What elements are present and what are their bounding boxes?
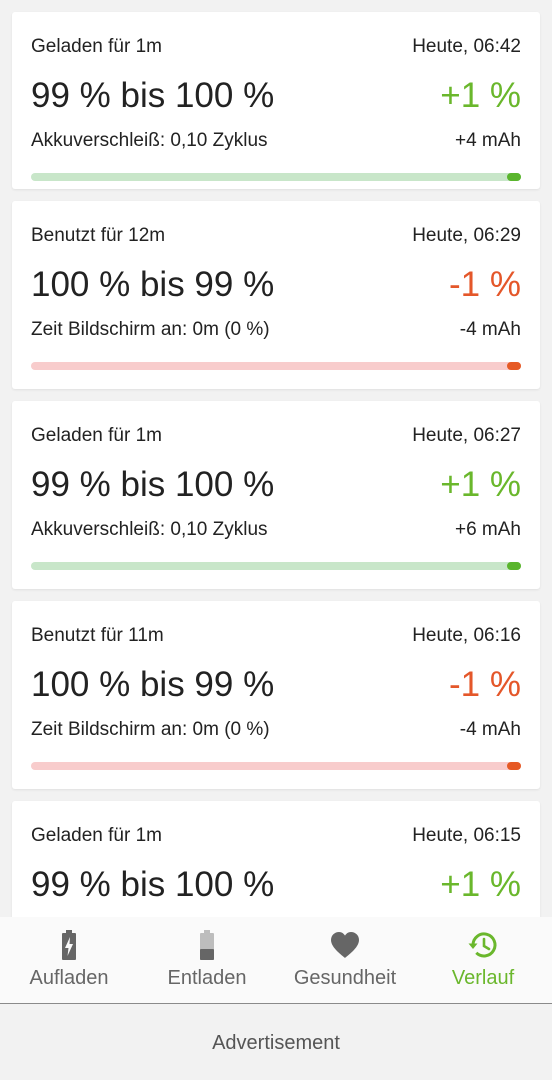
bottom-navigation: Aufladen Entladen Gesundheit Verlauf <box>0 917 552 1004</box>
entry-range: 99 % bis 100 % <box>31 465 275 504</box>
tab-label: Entladen <box>167 967 247 989</box>
discharge-progress-bar <box>31 362 521 370</box>
tab-label: Aufladen <box>29 967 109 989</box>
entry-detail: Zeit Bildschirm an: 0m (0 %) <box>31 319 270 340</box>
entry-duration: Geladen für 1m <box>31 425 162 446</box>
discharge-progress-bar <box>31 762 521 770</box>
entry-mah: +6 mAh <box>454 519 521 540</box>
entry-delta: -1 % <box>449 665 521 704</box>
entry-duration: Geladen für 1m <box>31 825 162 846</box>
entry-detail: Akkuverschleiß: 0,10 Zyklus <box>31 130 268 151</box>
entry-delta: +1 % <box>440 465 521 504</box>
tab-aufladen[interactable]: Aufladen <box>0 917 138 1003</box>
entry-time: Heute, 06:27 <box>412 425 521 446</box>
entry-range: 100 % bis 99 % <box>31 265 275 304</box>
entry-time: Heute, 06:16 <box>412 625 521 646</box>
tab-label: Gesundheit <box>293 967 397 989</box>
entry-mah: -4 mAh <box>459 719 521 740</box>
entry-delta: +1 % <box>440 76 521 115</box>
tab-gesundheit[interactable]: Gesundheit <box>276 917 414 1003</box>
entry-delta: +1 % <box>440 865 521 904</box>
progress-end-marker <box>507 762 521 770</box>
entry-detail: Zeit Bildschirm an: 0m (0 %) <box>31 719 270 740</box>
entry-range: 100 % bis 99 % <box>31 665 275 704</box>
progress-end-marker <box>507 173 521 181</box>
entry-delta: -1 % <box>449 265 521 304</box>
history-card[interactable]: Geladen für 1m Heute, 06:42 99 % bis 100 … <box>12 12 540 189</box>
entry-range: 99 % bis 100 % <box>31 865 275 904</box>
history-list[interactable]: Geladen für 1m Heute, 06:42 99 % bis 100 … <box>0 0 552 917</box>
progress-end-marker <box>507 562 521 570</box>
progress-end-marker <box>507 362 521 370</box>
tab-label: Verlauf <box>451 967 515 989</box>
advertisement-label: Advertisement <box>212 1032 340 1054</box>
entry-duration: Benutzt für 11m <box>31 625 164 646</box>
tab-entladen[interactable]: Entladen <box>138 917 276 1003</box>
tab-verlauf[interactable]: Verlauf <box>414 917 552 1003</box>
battery-charging-icon <box>62 930 76 960</box>
advertisement-banner[interactable]: Advertisement <box>0 1004 552 1080</box>
history-card[interactable]: Geladen für 1m Heute, 06:15 99 % bis 100 … <box>12 801 540 917</box>
charge-progress-bar <box>31 173 521 181</box>
entry-duration: Geladen für 1m <box>31 36 162 57</box>
entry-time: Heute, 06:15 <box>412 825 521 846</box>
entry-time: Heute, 06:29 <box>412 225 521 246</box>
history-card[interactable]: Benutzt für 12m Heute, 06:29 100 % bis 99… <box>12 201 540 389</box>
charge-progress-bar <box>31 562 521 570</box>
battery-low-icon <box>200 930 214 960</box>
entry-duration: Benutzt für 12m <box>31 225 166 246</box>
entry-mah: -4 mAh <box>459 319 521 340</box>
history-card[interactable]: Geladen für 1m Heute, 06:27 99 % bis 100 … <box>12 401 540 589</box>
entry-mah: +4 mAh <box>454 130 521 151</box>
history-card[interactable]: Benutzt für 11m Heute, 06:16 100 % bis 99… <box>12 601 540 789</box>
entry-detail: Akkuverschleiß: 0,10 Zyklus <box>31 519 268 540</box>
entry-range: 99 % bis 100 % <box>31 76 275 115</box>
heart-icon <box>331 932 359 958</box>
entry-time: Heute, 06:42 <box>412 36 521 57</box>
history-icon <box>468 932 497 958</box>
